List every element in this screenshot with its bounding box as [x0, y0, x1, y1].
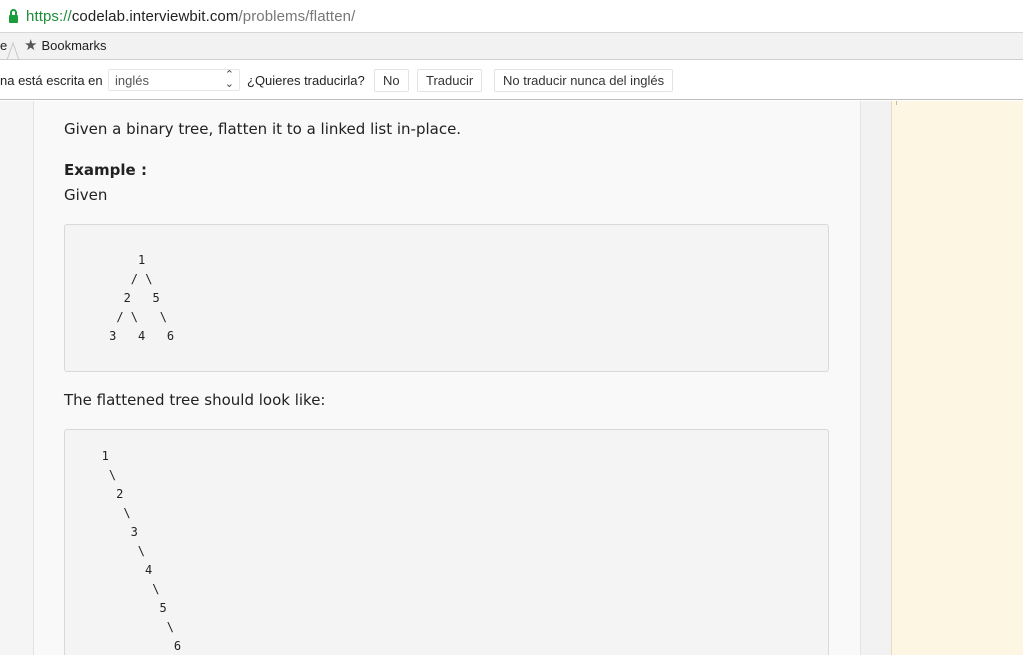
- code-line: \: [80, 620, 174, 634]
- code-line: / \: [73, 272, 153, 286]
- never-translate-button[interactable]: No traducir nunca del inglés: [494, 69, 674, 92]
- code-line: 5: [80, 601, 167, 615]
- code-editor[interactable]: [891, 101, 1023, 655]
- address-bar[interactable]: https://codelab.interviewbit.com/problem…: [0, 0, 1023, 33]
- url-text[interactable]: https://codelab.interviewbit.com/problem…: [26, 8, 355, 25]
- code-line: 2: [80, 487, 124, 501]
- translate-bar: na está escrita en inglés ⌃ ⌄ ¿Quieres tr…: [0, 61, 1023, 100]
- lock-icon: [9, 8, 18, 23]
- tree-code-block: 1 / \ 2 5 / \ \ 3 4 6: [64, 224, 829, 372]
- given-label: Given: [64, 186, 108, 204]
- bookmarks-folder[interactable]: ★ Bookmarks: [24, 38, 106, 53]
- code-line: 3 4 6: [73, 329, 175, 343]
- flattened-code-block: 1 \ 2 \ 3 \ 4 \ 5 \ 6: [64, 429, 829, 655]
- code-line: / \ \: [73, 310, 167, 324]
- code-line: \: [80, 544, 146, 558]
- flattened-text: The flattened tree should look like:: [64, 391, 326, 409]
- editor-cursor: [896, 101, 897, 105]
- translate-button[interactable]: Traducir: [417, 69, 483, 92]
- code-line: 1: [73, 253, 146, 267]
- code-line: 1: [80, 449, 109, 463]
- no-button[interactable]: No: [374, 69, 409, 92]
- bookmarks-bar: e ★ Bookmarks: [0, 33, 1023, 60]
- url-scheme: https://: [26, 7, 72, 25]
- translate-question: ¿Quieres traducirla?: [247, 73, 365, 88]
- code-line: 6: [80, 639, 182, 653]
- bookmarks-label: Bookmarks: [41, 38, 107, 53]
- code-line: \: [80, 506, 131, 520]
- code-line: \: [80, 468, 117, 482]
- url-host: codelab.interviewbit.com: [71, 7, 239, 25]
- example-heading: Example :: [64, 161, 147, 179]
- code-line: 4: [80, 563, 153, 577]
- code-line: \: [80, 582, 160, 596]
- bookmark-separator-icon: [6, 41, 20, 60]
- url-path: /problems/flatten/: [238, 7, 356, 25]
- translate-prefix: na está escrita en: [0, 73, 103, 88]
- language-value: inglés: [115, 73, 149, 88]
- code-line: 2 5: [73, 291, 160, 305]
- problem-intro: Given a binary tree, flatten it to a lin…: [64, 120, 462, 138]
- splitter[interactable]: [861, 101, 891, 655]
- star-icon: ★: [24, 37, 38, 54]
- language-select[interactable]: inglés ⌃ ⌄: [108, 69, 240, 91]
- chevron-updown-icon: ⌃ ⌄: [224, 69, 234, 90]
- code-line: 3: [80, 525, 138, 539]
